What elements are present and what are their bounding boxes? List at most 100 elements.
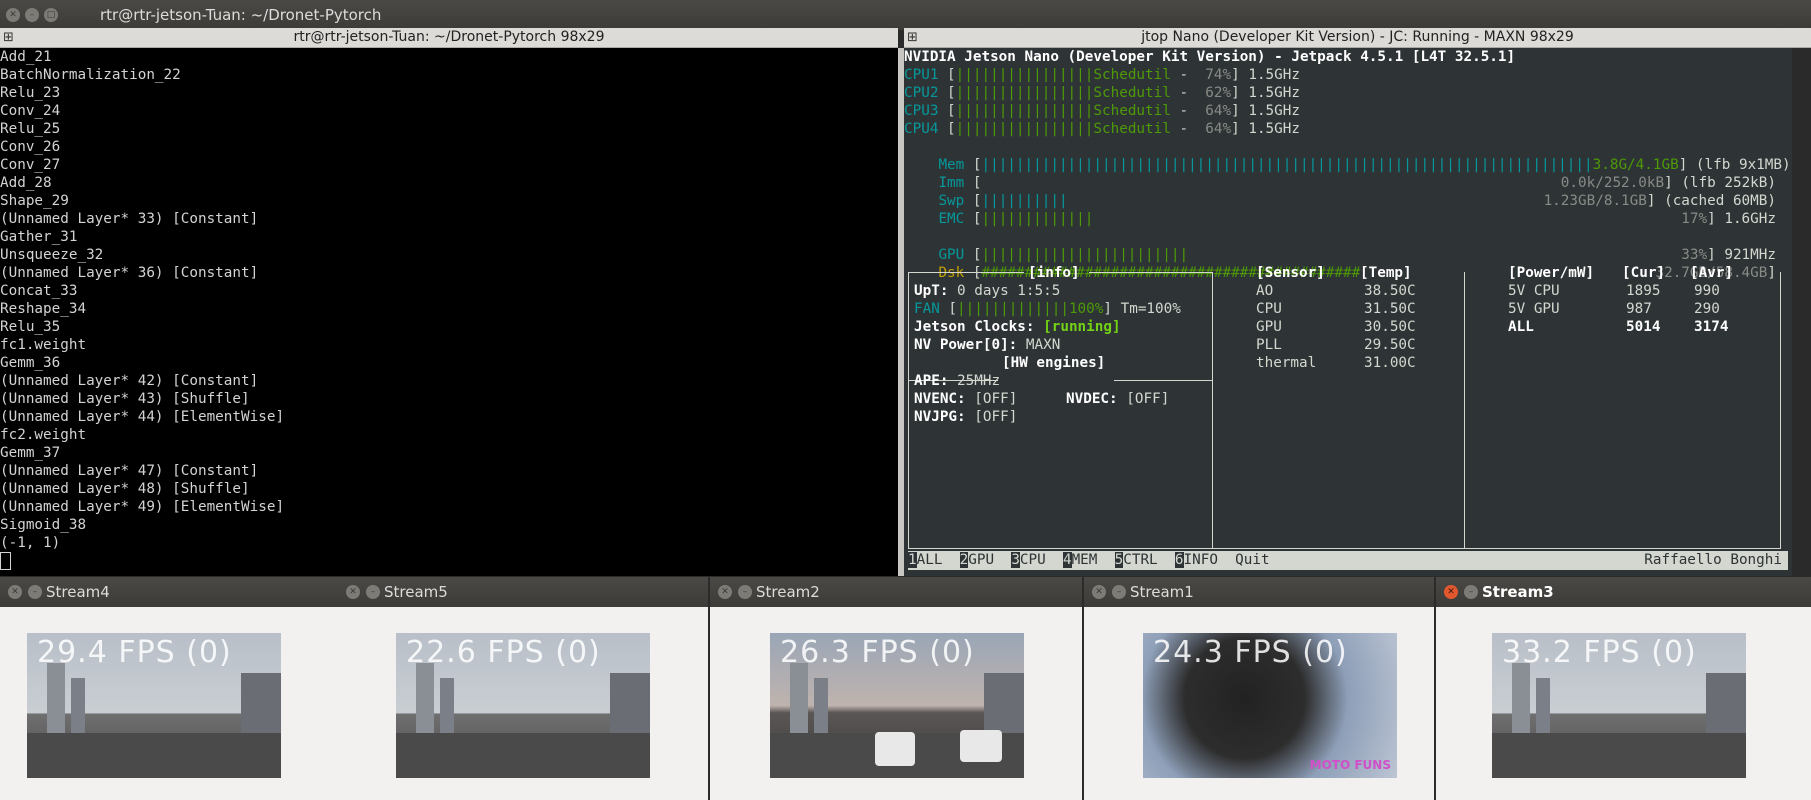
terminal-titlebar[interactable]: ✕ – □ rtr@rtr-jetson-Tuan: ~/Dronet-Pyto… bbox=[0, 0, 1811, 30]
stream-titlebar[interactable]: ✕ – Stream5 bbox=[338, 577, 708, 607]
stream-title: Stream5 bbox=[384, 583, 448, 601]
menu-key: 2 bbox=[959, 552, 969, 568]
stream-titlebar[interactable]: ✕ – Stream1 bbox=[1084, 577, 1434, 607]
stream-window-stream1[interactable]: ✕ – Stream1 24.3 FPS (0) MOTO FUNS bbox=[1084, 577, 1434, 800]
menu-label: ALL bbox=[916, 552, 943, 568]
sensor-header: [Sensor] bbox=[1256, 265, 1325, 281]
terminal-line: Add_21 bbox=[0, 49, 52, 65]
sensor-name: thermal bbox=[1256, 355, 1317, 371]
close-button[interactable]: ✕ bbox=[1092, 585, 1106, 599]
left-terminal-output[interactable]: Add_21 BatchNormalization_22 Relu_23 Conv_2… bbox=[0, 48, 898, 576]
cpu-freq: 1.5GHz bbox=[1248, 103, 1300, 119]
cpu-percent: 64% bbox=[1196, 121, 1232, 137]
stream-titlebar[interactable]: ✕ – Stream3 bbox=[1436, 577, 1811, 607]
sensor-temp: 30.50C bbox=[1364, 319, 1416, 335]
terminal-line: (Unnamed Layer* 48) [Shuffle] bbox=[0, 481, 250, 497]
power-name: ALL bbox=[1508, 319, 1534, 335]
menu-key: 1 bbox=[908, 552, 917, 568]
maximize-button[interactable]: □ bbox=[44, 8, 58, 22]
stream-window-stream2[interactable]: ✕ – Stream2 26.3 FPS (0) bbox=[710, 577, 1082, 800]
stream-titlebar[interactable]: ✕ – Stream2 bbox=[710, 577, 1082, 607]
menu-label: CTRL bbox=[1123, 552, 1158, 568]
menu-item-gpu[interactable]: 2GPU bbox=[959, 552, 994, 568]
terminal-line: (Unnamed Layer* 36) [Constant] bbox=[0, 265, 259, 281]
terminal-line: Unsqueeze_32 bbox=[0, 247, 104, 263]
sensor-temp: 31.50C bbox=[1364, 301, 1416, 317]
sensor-temp: 31.00C bbox=[1364, 355, 1416, 371]
menu-key: 6 bbox=[1174, 552, 1184, 568]
stream-title: Stream3 bbox=[1482, 583, 1554, 601]
cpu-percent: 62% bbox=[1196, 85, 1232, 101]
close-button[interactable]: ✕ bbox=[346, 585, 360, 599]
terminal-line: Relu_35 bbox=[0, 319, 61, 335]
cpu-label: CPU3 bbox=[904, 103, 939, 119]
stream-window-stream5[interactable]: ✕ – Stream5 22.6 FPS (0) bbox=[338, 577, 708, 800]
close-button[interactable]: ✕ bbox=[8, 585, 22, 599]
right-pane-header[interactable]: ⊞ jtop Nano (Developer Kit Version) - JC… bbox=[904, 28, 1811, 48]
menu-item-quit[interactable]: Quit bbox=[1235, 552, 1269, 568]
nvenc: NVENC: [OFF] bbox=[914, 391, 1018, 407]
fps-overlay: 26.3 FPS (0) bbox=[780, 635, 975, 670]
cpu-percent: 64% bbox=[1196, 103, 1232, 119]
close-button[interactable]: ✕ bbox=[6, 8, 20, 22]
mem-row: Mem [|||||||||||||||||||||||||||||||||||… bbox=[938, 157, 1791, 173]
cur-header: [Cur] bbox=[1622, 265, 1666, 281]
stream-window-stream4[interactable]: ✕ – Stream4 29.4 FPS (0) bbox=[0, 577, 338, 800]
cpu-label: CPU2 bbox=[904, 85, 939, 101]
close-button[interactable]: ✕ bbox=[718, 585, 732, 599]
left-pane-header[interactable]: ⊞ rtr@rtr-jetson-Tuan: ~/Dronet-Pytorch … bbox=[0, 28, 898, 48]
menu-item-cpu[interactable]: 3CPU bbox=[1011, 552, 1046, 568]
cpu-governor: Schedutil bbox=[1093, 121, 1171, 137]
imm-row: Imm [0.0k/252.0kB] (lfb 252kB) bbox=[938, 175, 1776, 191]
menu-key: 4 bbox=[1062, 552, 1072, 568]
cpu-freq: 1.5GHz bbox=[1248, 85, 1300, 101]
power-name: 5V CPU bbox=[1508, 283, 1560, 299]
stream-window-stream3[interactable]: ✕ – Stream3 33.2 FPS (0) bbox=[1436, 577, 1811, 800]
uptime: UpT: 0 days 1:5:5 bbox=[914, 283, 1061, 299]
minimize-button[interactable]: – bbox=[738, 585, 752, 599]
power-avr: 3174 bbox=[1694, 319, 1729, 335]
scrollbar[interactable] bbox=[1792, 48, 1811, 576]
stream-titlebar[interactable]: ✕ – Stream4 bbox=[0, 577, 338, 607]
split-pane-icon[interactable]: ⊞ bbox=[907, 28, 918, 47]
cpu-governor: Schedutil bbox=[1093, 67, 1171, 83]
split-pane-icon[interactable]: ⊞ bbox=[3, 28, 14, 47]
cpu-freq: 1.5GHz bbox=[1248, 121, 1300, 137]
temp-header: [Temp] bbox=[1360, 265, 1412, 281]
stream-title: Stream1 bbox=[1130, 583, 1194, 601]
menu-item-all[interactable]: 1ALL bbox=[908, 552, 942, 568]
nvdec: NVDEC: [OFF] bbox=[1066, 391, 1170, 407]
terminal-line: (Unnamed Layer* 43) [Shuffle] bbox=[0, 391, 250, 407]
sensor-temp: 29.50C bbox=[1364, 337, 1416, 353]
minimize-button[interactable]: – bbox=[25, 8, 39, 22]
fan-row: FAN [|||||||||||||100%] Tm=100% bbox=[914, 301, 1181, 317]
power-avr: 290 bbox=[1694, 301, 1720, 317]
cpu-row: CPU3 [||||||||||||||||Schedutil - 64%] 1… bbox=[904, 103, 1300, 119]
minimize-button[interactable]: – bbox=[1464, 585, 1478, 599]
nvjpg: NVJPG: [OFF] bbox=[914, 409, 1018, 425]
terminal-line: Relu_23 bbox=[0, 85, 61, 101]
close-button[interactable]: ✕ bbox=[1444, 585, 1458, 599]
sensor-name: CPU bbox=[1256, 301, 1282, 317]
video-frame: 22.6 FPS (0) bbox=[396, 633, 650, 778]
terminal-line: Relu_25 bbox=[0, 121, 61, 137]
menu-item-mem[interactable]: 4MEM bbox=[1062, 552, 1097, 568]
terminal-line: BatchNormalization_22 bbox=[0, 67, 181, 83]
minimize-button[interactable]: – bbox=[28, 585, 42, 599]
fps-overlay: 22.6 FPS (0) bbox=[406, 635, 601, 670]
terminal-line: Gemm_36 bbox=[0, 355, 61, 371]
gpu-row: GPU [|||||||||||||||||||||||| 33%] 921MHz bbox=[938, 247, 1776, 263]
jtop-terminal[interactable]: NVIDIA Jetson Nano (Developer Kit Versio… bbox=[904, 48, 1792, 576]
menu-item-ctrl[interactable]: 5CTRL bbox=[1114, 552, 1158, 568]
terminal-line: (-1, 1) bbox=[0, 535, 61, 551]
video-frame: 26.3 FPS (0) bbox=[770, 633, 1024, 778]
minimize-button[interactable]: – bbox=[366, 585, 380, 599]
nv-power: NV Power[0]: MAXN bbox=[914, 337, 1061, 353]
menu-item-info[interactable]: 6INFO bbox=[1174, 552, 1218, 568]
cpu-percent: 74% bbox=[1196, 67, 1232, 83]
info-title: [info] bbox=[1028, 265, 1080, 281]
hw-engines-title: [HW engines] bbox=[1002, 355, 1106, 371]
terminal-line: Concat_33 bbox=[0, 283, 78, 299]
cpu-governor: Schedutil bbox=[1093, 85, 1171, 101]
minimize-button[interactable]: – bbox=[1112, 585, 1126, 599]
